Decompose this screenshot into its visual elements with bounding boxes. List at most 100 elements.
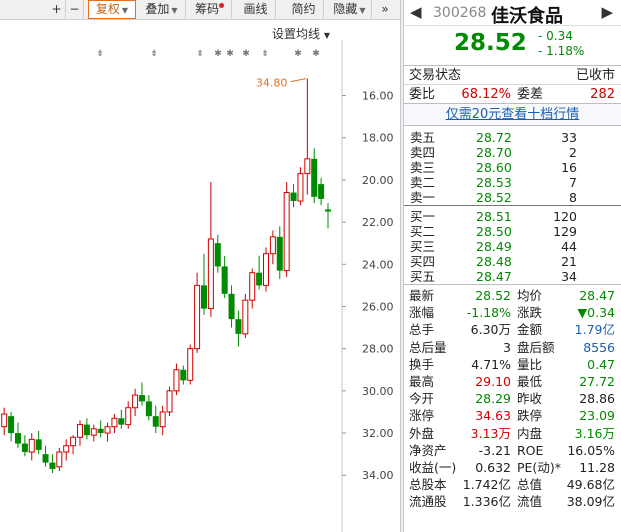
hide-dropdown[interactable]: 隐藏 ▼ [328,0,372,20]
buy-price: 28.47 [476,269,512,284]
wecha-value: 282 [590,87,615,102]
candle-body [187,348,194,381]
next-stock-icon[interactable]: ▶ [601,3,613,21]
chart-toolbar: + − 复权 ▼ 叠加 ▼ 筹码 画线 简约 隐藏 ▼ » [0,0,400,20]
stat-label: 外盘 [409,425,435,441]
buy-vol: 129 [553,224,577,239]
previous-stock-icon[interactable]: ◀ [410,3,422,21]
event-marker-icon: ⇟ [96,49,104,59]
stat-label: 收益(一) [409,459,457,475]
buy-vol: 44 [561,239,577,254]
sell-label: 卖三 [410,160,436,175]
stat-value: 28.52 [475,288,511,303]
webi-label: 委比 [409,87,436,102]
sell-price: 28.72 [476,130,512,145]
change-percent: - 1.18% [538,44,585,58]
fuquan-dropdown[interactable]: 复权 ▼ [88,0,136,19]
stat-label: 流通股 [409,494,447,510]
sell-level-row[interactable]: 卖三 28.60 16 [404,160,621,175]
stats-row: 收益(一) 0.632 PE(动)* 11.28 [404,459,621,476]
trading-status-label: 交易状态 [409,68,462,83]
candle-body [173,369,180,392]
buy-vol: 21 [561,254,577,269]
stat-label: 涨停 [409,408,435,424]
stats-row: 总手 6.30万 金额 1.79亿 [404,321,621,338]
candle-body [194,284,201,350]
buy-level-row[interactable]: 买一 28.51 120 [404,209,621,224]
zoom-in-button[interactable]: + [48,0,66,20]
buy-label: 买三 [410,239,436,254]
simple-mode-button[interactable]: 简约 [284,0,324,20]
sell-label: 卖五 [410,130,436,145]
stat-label: 流值 [517,494,543,510]
stock-header: ◀ 300268 佳沃食品 ▶ [404,0,621,27]
sell-level-row[interactable]: 卖五 28.72 33 [404,130,621,145]
candle-body [269,236,276,255]
zoom-out-button[interactable]: − [66,0,84,20]
candle-body [152,416,159,427]
stat-value: 38.09亿 [566,494,615,510]
stat-value: 0.632 [475,459,511,475]
expand-icon[interactable]: » [374,0,396,20]
chip-button[interactable]: 筹码 [188,0,232,20]
candle-body [28,438,35,453]
event-marker-icon: ⇟ [196,49,204,59]
stat-label: 昨收 [517,391,543,407]
sell-price: 28.60 [476,160,512,175]
draw-line-button[interactable]: 画线 [236,0,276,20]
stat-value: 29.10 [475,373,511,389]
candle-body [283,192,290,272]
stat-value: 4.71% [471,356,511,372]
stat-label: 跌停 [517,408,543,424]
stock-code: 300268 [433,5,487,21]
buy-level-row[interactable]: 买三 28.49 44 [404,239,621,254]
kline-chart-area[interactable]: 设置均线 ▼ 34.00 32.00 30.00 28.00 26.00 24.00 22.… [0,20,400,532]
candle-body [97,428,104,434]
price-quote: 28.52 - 0.34 - 1.18% [404,26,621,66]
stat-value: 11.28 [579,459,615,475]
stat-label: PE(动)* [517,459,561,475]
stat-label: 最新 [409,288,435,303]
candle-body [21,443,28,453]
stat-value: 3.16万 [574,425,615,441]
sell-level-row[interactable]: 卖四 28.70 2 [404,145,621,160]
candle-body [235,319,242,334]
candle-body [180,369,187,381]
sell-level-row[interactable]: 卖一 28.52 8 [404,190,621,205]
candle-body [221,266,228,294]
stats-row: 涨停 34.63 跌停 23.09 [404,407,621,424]
buy-price: 28.48 [476,254,512,269]
stat-value: ▼0.34 [577,305,615,321]
buy-level-row[interactable]: 买五 28.47 34 [404,269,621,284]
chevron-down-icon: ▼ [359,6,366,15]
candle-body [42,454,49,463]
sell-level-row[interactable]: 卖二 28.53 7 [404,175,621,190]
candle-body [63,445,70,453]
peak-price-label: 34.80 [256,77,288,90]
event-marker-icon: ✱ [312,49,320,59]
buy-price: 28.50 [476,224,512,239]
stats-row: 流通股 1.336亿 流值 38.09亿 [404,493,621,510]
quote-panel: ◀ 300268 佳沃食品 ▶ 28.52 - 0.34 - 1.18% 交易状… [404,0,621,532]
overlay-dropdown[interactable]: 叠加 ▼ [138,0,186,20]
event-marker-icon: ⇟ [261,49,269,59]
y-tick-label: 34.00 [362,469,394,482]
stat-label: 金额 [517,322,543,338]
buy-level-row[interactable]: 买二 28.50 129 [404,224,621,239]
price-change: - 0.34 - 1.18% [538,29,584,59]
y-tick-label: 30.00 [362,385,394,398]
candle-body [325,209,331,212]
buy-label: 买二 [410,224,436,239]
stat-label: 内盘 [517,425,543,441]
buy-vol: 120 [553,209,577,224]
event-marker-icon: ✱ [294,49,302,59]
sell-order-book: 卖五 28.72 33 卖四 28.70 2 卖三 28.60 16 卖二 28.53 7 卖一 28.5… [404,126,621,206]
stats-row: 今开 28.29 昨收 28.86 [404,390,621,407]
stat-value: 27.72 [579,373,615,389]
candle-body [290,192,297,202]
candle-body [118,418,125,425]
buy-level-row[interactable]: 买四 28.48 21 [404,254,621,269]
stat-value: 8556 [583,339,615,355]
level2-upsell-link[interactable]: 仅需20元查看十档行情 [404,104,621,126]
stock-stats-table: 最新 28.52 均价 28.47 涨幅 -1.18% 涨跌 ▼0.34 总手 6.30万 金额 1.… [404,285,621,510]
